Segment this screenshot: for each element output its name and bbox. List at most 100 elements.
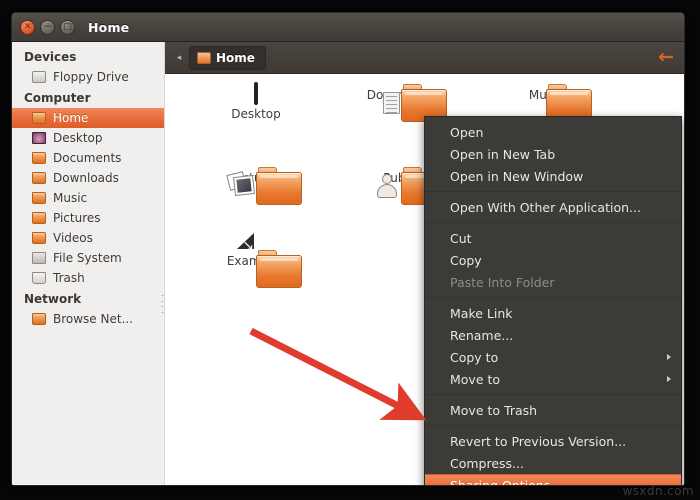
breadcrumb-home-button[interactable]: Home [189,45,266,70]
maximize-glyph: □ [63,21,72,32]
menu-item-label: Copy to [450,349,499,365]
file-system-icon [32,251,47,265]
menu-item-open[interactable]: Open [425,121,681,143]
menu-separator [425,425,681,426]
menu-item-copy[interactable]: Copy [425,249,681,271]
places-sidebar[interactable]: Devices Floppy Drive Computer Home Desktop Do… [12,42,165,485]
menu-item-open-in-new-window[interactable]: Open in New Window [425,165,681,187]
menu-item-open-in-new-tab[interactable]: Open in New Tab [425,143,681,165]
menu-item-label: Open [450,124,484,140]
sidebar-item-pictures[interactable]: Pictures [12,208,164,228]
sidebar-item-file-system[interactable]: File System [12,248,164,268]
menu-item-label: Move to Trash [450,402,538,418]
network-browse-icon [32,312,47,326]
menu-item-move-to-trash[interactable]: Move to Trash [425,399,681,421]
menu-item-cut[interactable]: Cut [425,227,681,249]
menu-item-label: Open With Other Application... [450,199,641,215]
menu-item-label: Revert to Previous Version... [450,433,627,449]
menu-separator [425,222,681,223]
sidebar-item-browse-net[interactable]: Browse Net... [12,309,164,329]
submenu-chevron-icon [667,354,671,360]
close-icon[interactable]: ✕ [20,19,35,35]
sidebar-item-label: Trash [53,271,85,285]
menu-item-open-with-other-application[interactable]: Open With Other Application... [425,196,681,218]
floppy-drive-icon [32,70,47,84]
pathbar-scroll-left-icon[interactable]: ◂ [171,53,187,63]
desktop-icon [32,131,47,145]
music-folder-icon [32,191,47,205]
sidebar-item-trash[interactable]: Trash [12,268,164,288]
menu-separator [425,394,681,395]
sidebar-item-label: Browse Net... [53,312,134,326]
menu-item-label: Sharing Options [450,477,551,486]
menu-item-label: Open in New Window [450,168,584,184]
menu-item-revert-to-previous-version[interactable]: Revert to Previous Version... [425,430,681,452]
menu-item-sharing-options[interactable]: Sharing Options [425,474,681,486]
minimize-glyph: − [43,21,52,32]
sidebar-item-documents[interactable]: Documents [12,148,164,168]
sidebar-item-label: Home [53,111,89,125]
file-item-music[interactable]: Music [498,84,594,122]
file-item-examples[interactable]: Examples [208,233,304,288]
sidebar-item-desktop[interactable]: Desktop [12,128,164,148]
sidebar-item-home[interactable]: Home [12,108,164,128]
back-arrow-icon[interactable]: ← [658,48,674,67]
downloads-folder-icon [32,171,47,185]
sidebar-item-label: Music [53,191,88,205]
documents-folder-icon [32,151,47,165]
watermark: wsxdn.com [622,484,694,498]
document-overlay-icon [383,92,400,114]
menu-item-label: Compress... [450,455,524,471]
menu-item-label: Make Link [450,305,513,321]
photo-overlay-icon [233,175,255,196]
menu-item-make-link[interactable]: Make Link [425,302,681,324]
sidebar-item-floppy-drive[interactable]: Floppy Drive [12,67,164,87]
breadcrumb-home-label: Home [216,50,255,65]
menu-separator [425,191,681,192]
sidebar-item-label: Downloads [53,171,119,185]
sidebar-item-label: Pictures [53,211,101,225]
menu-item-move-to[interactable]: Move to [425,368,681,390]
menu-item-copy-to[interactable]: Copy to [425,346,681,368]
person-overlay-icon [376,174,398,198]
menu-item-label: Rename... [450,327,514,343]
file-item-desktop[interactable]: Desktop [208,82,304,121]
file-icon [254,82,258,105]
sidebar-list: Devices Floppy Drive Computer Home Desktop Do… [12,46,164,329]
desktop-wallpaper-icon [254,82,258,105]
menu-item-rename[interactable]: Rename... [425,324,681,346]
file-manager-window: ✕ − □ Home Devices Floppy Drive Computer Ho… [11,12,685,486]
sidebar-item-label: Desktop [53,131,103,145]
menu-separator [425,297,681,298]
sidebar-item-videos[interactable]: Videos [12,228,164,248]
menu-item-label: Cut [450,230,472,246]
sidebar-item-music[interactable]: Music [12,188,164,208]
submenu-chevron-icon [667,376,671,382]
sidebar-heading: Computer [24,91,91,105]
home-folder-icon [197,51,211,64]
pathbar: ◂ Home ← [165,42,684,74]
file-item-label: Desktop [231,107,281,121]
pictures-folder-icon [32,211,47,225]
menu-item-label: Copy [450,252,482,268]
sidebar-item-label: Videos [53,231,93,245]
context-menu[interactable]: Open Open in New Tab Open in New Window Ope… [424,116,682,486]
sidebar-heading: Network [24,292,82,306]
minimize-icon[interactable]: − [40,19,55,35]
trash-icon [32,271,47,285]
screenshot-root: ✕ − □ Home Devices Floppy Drive Computer Ho… [0,0,700,500]
sidebar-item-downloads[interactable]: Downloads [12,168,164,188]
sidebar-item-label: File System [53,251,122,265]
maximize-icon[interactable]: □ [60,19,75,35]
sidebar-item-label: Floppy Drive [53,70,129,84]
close-glyph: ✕ [23,21,32,32]
videos-folder-icon [32,231,47,245]
window-title: Home [88,19,130,35]
file-item-pictures[interactable]: Pictures [208,167,304,205]
sidebar-heading: Devices [24,50,77,64]
menu-item-compress[interactable]: Compress... [425,452,681,474]
file-item-documents[interactable]: Documents [353,84,449,122]
menu-item-paste-into-folder: Paste Into Folder [425,271,681,293]
window-titlebar: ✕ − □ Home [12,13,684,42]
menu-item-label: Move to [450,371,501,387]
